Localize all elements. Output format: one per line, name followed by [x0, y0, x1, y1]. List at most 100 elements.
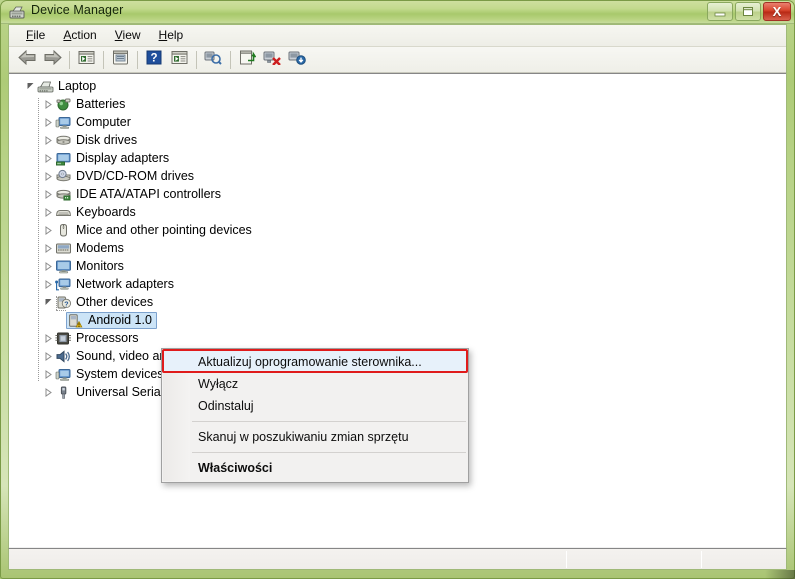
tree-item-android-1-0[interactable]: Android 1.0: [66, 311, 157, 329]
tree-item-computer[interactable]: Computer: [41, 113, 131, 131]
device-tree[interactable]: Laptop Batteries Computer Disk drives Di…: [9, 73, 786, 547]
expand-arrow-icon[interactable]: [41, 383, 55, 401]
client-area: File Action View Help ? Laptop Batteries…: [8, 24, 787, 548]
context-menu-item-label: Skanuj w poszukiwaniu zmian sprzętu: [198, 430, 409, 444]
uninstall-device-button[interactable]: [260, 49, 284, 71]
status-bar-divider: [566, 551, 567, 568]
status-bar: [8, 548, 787, 570]
collapse-arrow-icon[interactable]: [41, 293, 55, 311]
tree-item-system-devices[interactable]: System devices: [41, 365, 164, 383]
tree-item-label: Other devices: [76, 295, 154, 309]
close-icon: X: [772, 4, 782, 19]
monitor-icon: [55, 258, 72, 274]
disable-enable-device-button[interactable]: [285, 49, 309, 71]
disable-enable-device-icon: [288, 50, 306, 70]
toolbar: ?: [9, 47, 786, 73]
maximize-icon: [736, 3, 760, 20]
system-device-icon: [55, 366, 72, 382]
expand-arrow-icon[interactable]: [41, 329, 55, 347]
tree-item-processors[interactable]: Processors: [41, 329, 139, 347]
selected-item-wrapper[interactable]: Android 1.0: [66, 311, 157, 329]
tree-item-ide-controllers[interactable]: IDE ATA/ATAPI controllers: [41, 185, 221, 203]
expand-arrow-icon[interactable]: [41, 257, 55, 275]
tree-item-label: Processors: [76, 331, 139, 345]
sound-icon: [55, 348, 72, 364]
context-menu-item-uninstall[interactable]: Odinstaluj: [162, 395, 468, 417]
context-menu-separator: [192, 452, 466, 453]
svg-text:?: ?: [64, 301, 68, 308]
context-menu-item-update-driver[interactable]: Aktualizuj oprogramowanie sterownika...: [162, 351, 468, 373]
expand-arrow-icon[interactable]: [41, 239, 55, 257]
show-hide-console-tree-button[interactable]: [74, 49, 98, 71]
tree-item-dvd-cdrom-drives[interactable]: DVD/CD-ROM drives: [41, 167, 194, 185]
menu-help[interactable]: Help: [150, 26, 193, 45]
close-button[interactable]: X: [763, 2, 791, 21]
other-devices-icon: ?: [55, 294, 72, 310]
tree-item-label: Display adapters: [76, 151, 170, 165]
toolbar-separator: [137, 50, 138, 69]
expand-arrow-icon[interactable]: [41, 131, 55, 149]
help-icon: ?: [146, 50, 162, 70]
tree-item-label: Computer: [76, 115, 131, 129]
tree-item-monitors[interactable]: Monitors: [41, 257, 124, 275]
menu-file[interactable]: File: [17, 26, 54, 45]
expand-arrow-icon[interactable]: [41, 185, 55, 203]
properties-icon: [112, 50, 129, 70]
tree-item-label: Mice and other pointing devices: [76, 223, 252, 237]
context-menu-item-scan-hardware-changes[interactable]: Skanuj w poszukiwaniu zmian sprzętu: [162, 426, 468, 448]
context-menu-item-label: Wyłącz: [198, 377, 239, 391]
expand-arrow-icon[interactable]: [41, 221, 55, 239]
expand-arrow-icon[interactable]: [41, 203, 55, 221]
show-hide-action-pane-button[interactable]: [167, 49, 191, 71]
tree-item-display-adapters[interactable]: Display adapters: [41, 149, 169, 167]
expand-arrow-icon[interactable]: [41, 347, 55, 365]
window-title: Device Manager: [31, 3, 124, 17]
display-adapter-icon: [55, 150, 72, 166]
title-bar[interactable]: Device Manager X: [0, 0, 795, 24]
computer-icon: [55, 114, 72, 130]
maximize-button[interactable]: [735, 2, 761, 21]
tree-item-laptop[interactable]: Laptop: [23, 77, 96, 95]
properties-button[interactable]: [108, 49, 132, 71]
forward-icon: [43, 49, 62, 70]
context-menu[interactable]: Aktualizuj oprogramowanie sterownika... …: [161, 348, 469, 483]
back-button[interactable]: [15, 49, 39, 71]
window-shadow: [765, 570, 795, 579]
toolbar-separator: [103, 50, 104, 69]
expand-arrow-icon[interactable]: [41, 167, 55, 185]
usb-icon: [55, 384, 72, 400]
tree-item-label: Network adapters: [76, 277, 174, 291]
collapse-arrow-icon[interactable]: [23, 77, 37, 95]
minimize-button[interactable]: [707, 2, 733, 21]
tree-item-label: Monitors: [76, 259, 124, 273]
tree-item-batteries[interactable]: Batteries: [41, 95, 125, 113]
forward-button[interactable]: [40, 49, 64, 71]
computer-laptop-icon: [37, 78, 54, 94]
menu-action[interactable]: Action: [54, 26, 105, 45]
expand-arrow-icon[interactable]: [41, 95, 55, 113]
help-button[interactable]: ?: [142, 49, 166, 71]
tree-item-network-adapters[interactable]: Network adapters: [41, 275, 174, 293]
menu-view[interactable]: View: [106, 26, 150, 45]
tree-item-mice[interactable]: Mice and other pointing devices: [41, 221, 252, 239]
expand-arrow-icon[interactable]: [41, 275, 55, 293]
tree-item-other-devices[interactable]: ? Other devices: [41, 293, 153, 311]
context-menu-item-properties[interactable]: Właściwości: [162, 457, 468, 479]
update-driver-button[interactable]: [235, 49, 259, 71]
tree-item-keyboards[interactable]: Keyboards: [41, 203, 136, 221]
expand-arrow-icon[interactable]: [41, 365, 55, 383]
ide-controller-icon: [55, 186, 72, 202]
tree-item-modems[interactable]: Modems: [41, 239, 124, 257]
tree-item-disk-drives[interactable]: Disk drives: [41, 131, 137, 149]
expand-arrow-icon[interactable]: [41, 149, 55, 167]
toolbar-separator: [69, 50, 70, 69]
disk-drive-icon: [55, 132, 72, 148]
tree-item-label: Laptop: [58, 79, 97, 93]
context-menu-item-disable[interactable]: Wyłącz: [162, 373, 468, 395]
expand-arrow-icon[interactable]: [41, 113, 55, 131]
scan-for-hardware-changes-icon: [204, 50, 222, 70]
keyboard-icon: [55, 204, 72, 220]
toolbar-separator: [196, 50, 197, 69]
tree-item-label: Android 1.0: [88, 313, 152, 327]
scan-for-hardware-changes-button[interactable]: [201, 49, 225, 71]
